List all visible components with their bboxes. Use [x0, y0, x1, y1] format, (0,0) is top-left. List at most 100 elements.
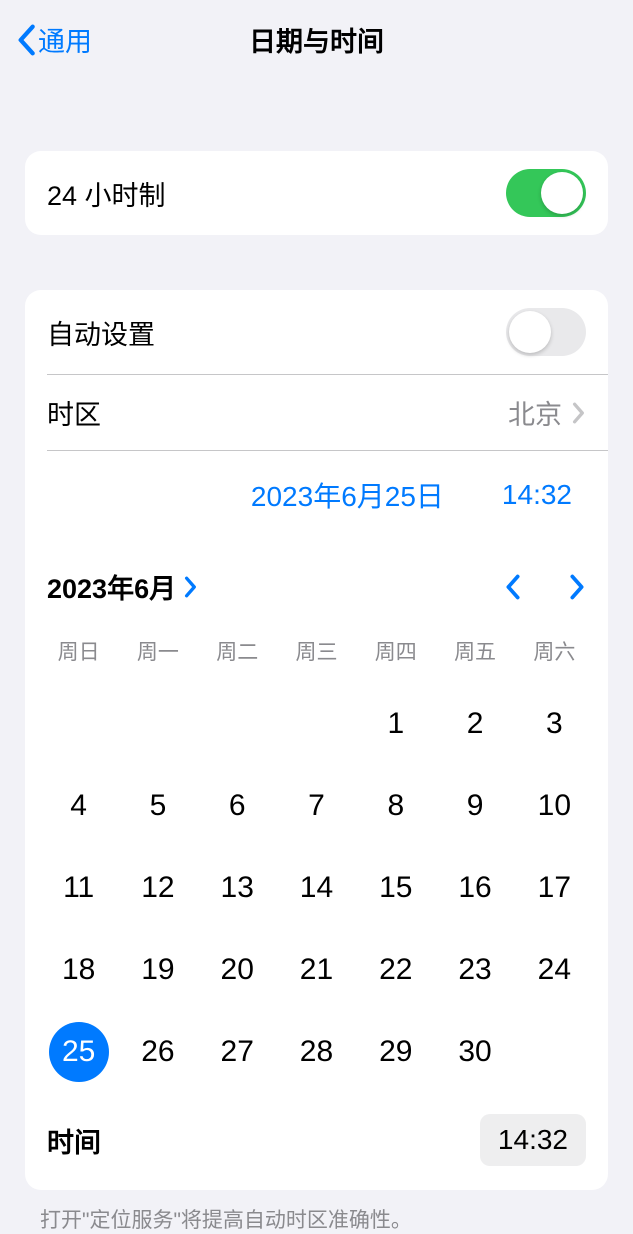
day-number: 22	[379, 953, 412, 987]
day-number: 15	[379, 871, 412, 905]
day-number: 17	[538, 871, 571, 905]
day-cell[interactable]: 13	[198, 858, 277, 918]
day-cell[interactable]: 4	[39, 776, 118, 836]
selected-date-button[interactable]: 2023年6月25日	[251, 475, 444, 515]
day-cell[interactable]: 11	[39, 858, 118, 918]
day-cell[interactable]: 1	[356, 694, 435, 754]
weekday-label: 周四	[356, 630, 435, 672]
switch-knob	[509, 311, 551, 353]
weekday-header: 周日周一周二周三周四周五周六	[25, 630, 608, 672]
day-number: 2	[467, 707, 484, 741]
day-cell[interactable]: 12	[118, 858, 197, 918]
day-number: 25	[49, 1022, 109, 1082]
day-cell[interactable]: 7	[277, 776, 356, 836]
day-number: 8	[387, 789, 404, 823]
day-number: 24	[538, 953, 571, 987]
day-number: 4	[70, 789, 87, 823]
weekday-label: 周一	[118, 630, 197, 672]
weekday-label: 周六	[515, 630, 594, 672]
day-number: 28	[300, 1035, 333, 1069]
day-number: 18	[62, 953, 95, 987]
day-cell[interactable]: 3	[515, 694, 594, 754]
auto-set-switch[interactable]	[506, 308, 586, 356]
day-number: 7	[308, 789, 325, 823]
day-cell[interactable]: 29	[356, 1022, 435, 1082]
day-number: 3	[546, 707, 563, 741]
calendar-grid: 1234567891011121314151617181920212223242…	[25, 694, 608, 1082]
section-24hour: 24 小时制	[25, 151, 608, 235]
auto-set-label: 自动设置	[47, 313, 155, 352]
day-cell[interactable]: 27	[198, 1022, 277, 1082]
back-button[interactable]: 通用	[16, 20, 92, 59]
day-number: 20	[221, 953, 254, 987]
day-cell[interactable]: 14	[277, 858, 356, 918]
day-cell[interactable]: 26	[118, 1022, 197, 1082]
day-number: 29	[379, 1035, 412, 1069]
weekday-label: 周五	[435, 630, 514, 672]
chevron-right-icon	[572, 402, 586, 424]
day-cell[interactable]: 30	[435, 1022, 514, 1082]
day-cell[interactable]: 25	[39, 1022, 118, 1082]
row-auto-set: 自动设置	[25, 290, 608, 374]
weekday-label: 周日	[39, 630, 118, 672]
day-cell[interactable]: 2	[435, 694, 514, 754]
selected-time-button[interactable]: 14:32	[502, 479, 572, 511]
day-cell[interactable]: 20	[198, 940, 277, 1000]
day-number: 11	[63, 871, 94, 905]
time-picker-button[interactable]: 14:32	[480, 1114, 586, 1166]
day-number: 12	[141, 871, 174, 905]
time-row-label: 时间	[47, 1121, 101, 1160]
day-number: 9	[467, 789, 484, 823]
month-navigation: 2023年6月	[25, 539, 608, 626]
row-timezone[interactable]: 时区 北京	[25, 375, 608, 450]
day-number: 14	[300, 871, 333, 905]
day-cell[interactable]: 16	[435, 858, 514, 918]
day-cell[interactable]: 6	[198, 776, 277, 836]
day-cell[interactable]: 21	[277, 940, 356, 1000]
day-number: 21	[300, 953, 333, 987]
day-cell[interactable]: 23	[435, 940, 514, 1000]
day-number: 6	[229, 789, 246, 823]
day-cell[interactable]: 8	[356, 776, 435, 836]
footer-note: 打开"定位服务"将提高自动时区准确性。	[0, 1190, 633, 1234]
day-number: 16	[458, 871, 491, 905]
chevron-left-icon	[16, 24, 36, 56]
day-number: 30	[458, 1035, 491, 1069]
day-cell[interactable]: 19	[118, 940, 197, 1000]
day-number: 19	[141, 953, 174, 987]
page-title: 日期与时间	[249, 20, 384, 59]
back-label: 通用	[38, 20, 92, 59]
timezone-label: 时区	[47, 393, 101, 432]
timezone-value: 北京	[508, 393, 562, 432]
weekday-label: 周三	[277, 630, 356, 672]
month-year-label: 2023年6月	[47, 567, 176, 606]
section-datetime: 自动设置 时区 北京 2023年6月25日 14:32 2023年6月	[25, 290, 608, 1190]
day-number: 27	[221, 1035, 254, 1069]
switch-knob	[541, 172, 583, 214]
day-cell[interactable]: 18	[39, 940, 118, 1000]
prev-month-button[interactable]	[504, 573, 522, 601]
day-cell[interactable]: 10	[515, 776, 594, 836]
weekday-label: 周二	[198, 630, 277, 672]
day-number: 23	[458, 953, 491, 987]
day-cell[interactable]: 22	[356, 940, 435, 1000]
day-number: 13	[221, 871, 254, 905]
chevron-right-icon	[184, 576, 198, 598]
day-number: 10	[538, 789, 571, 823]
day-cell[interactable]: 24	[515, 940, 594, 1000]
datetime-summary: 2023年6月25日 14:32	[25, 451, 608, 539]
twentyfour-hour-switch[interactable]	[506, 169, 586, 217]
next-month-button[interactable]	[568, 573, 586, 601]
twentyfour-hour-label: 24 小时制	[47, 174, 166, 213]
day-number: 1	[387, 707, 404, 741]
day-cell[interactable]: 15	[356, 858, 435, 918]
day-number: 26	[141, 1035, 174, 1069]
day-cell[interactable]: 28	[277, 1022, 356, 1082]
row-24hour: 24 小时制	[25, 151, 608, 235]
day-cell[interactable]: 9	[435, 776, 514, 836]
month-year-button[interactable]: 2023年6月	[47, 567, 198, 606]
day-number: 5	[150, 789, 167, 823]
day-cell[interactable]: 17	[515, 858, 594, 918]
day-cell[interactable]: 5	[118, 776, 197, 836]
time-row: 时间 14:32	[25, 1092, 608, 1190]
